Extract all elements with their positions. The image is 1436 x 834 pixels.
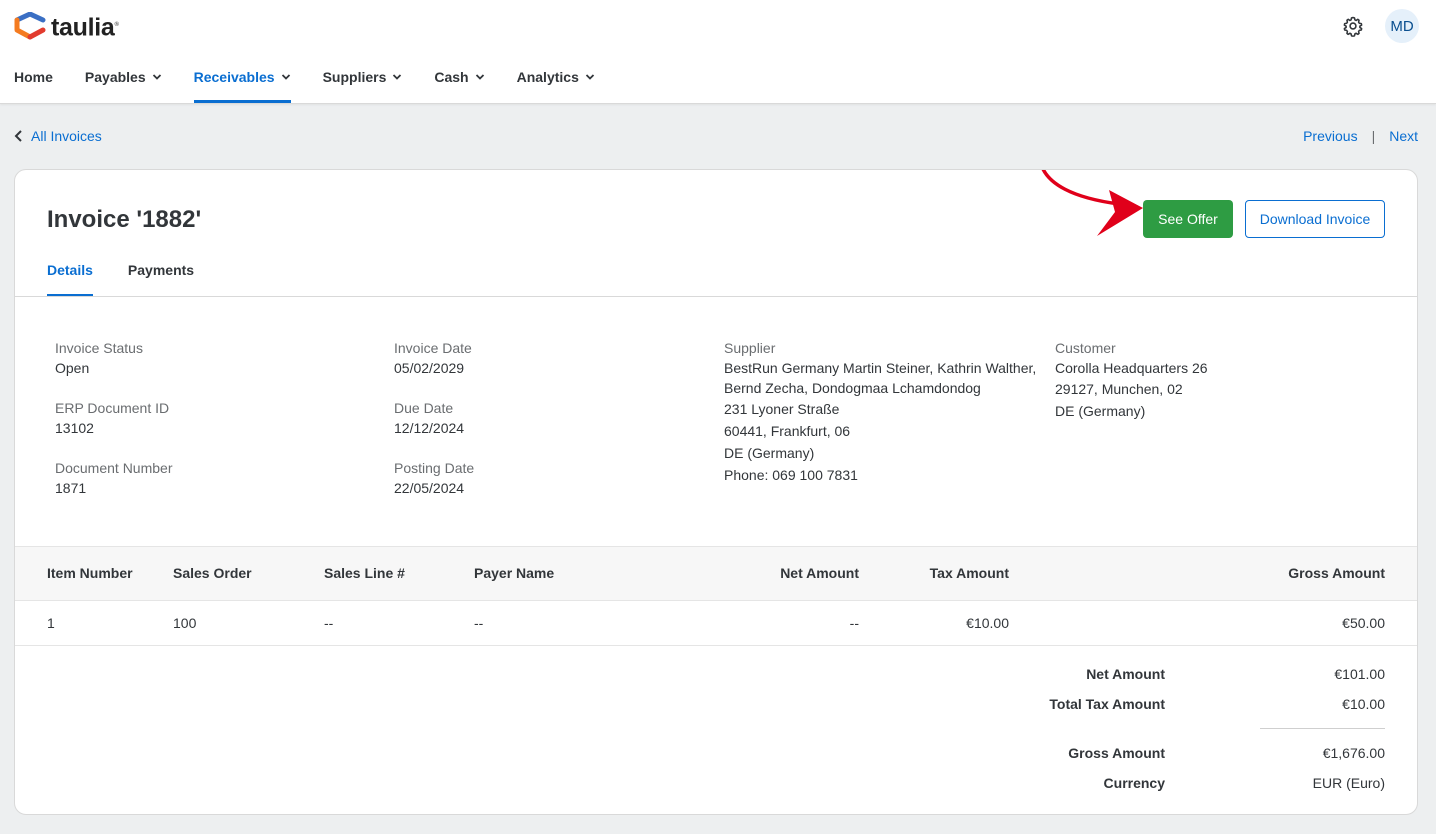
chevron-down-icon [281, 74, 290, 80]
totals-divider [1260, 728, 1385, 729]
back-to-all-invoices-link[interactable]: All Invoices [14, 128, 102, 144]
cell-sales-order: 100 [173, 615, 197, 631]
tabs-divider [15, 296, 1417, 297]
breadcrumb-label: All Invoices [31, 128, 102, 144]
column-header-tax-amount: Tax Amount [929, 565, 1009, 581]
customer-line: 29127, Munchen, 02 [1055, 381, 1183, 397]
column-header-payer-name: Payer Name [474, 565, 555, 581]
chevron-down-icon [393, 74, 402, 80]
line-items-table-header: Item Number Sales Order Sales Line # Pay… [15, 546, 1417, 601]
customer-line: DE (Germany) [1055, 403, 1146, 419]
nav-item-analytics[interactable]: Analytics [517, 60, 595, 104]
column-header-sales-order: Sales Order [173, 565, 252, 581]
invoice-status-value: Open [55, 360, 90, 376]
total-gross-amount-value: €1,676.00 [1322, 745, 1385, 761]
due-date-value: 12/12/2024 [394, 420, 465, 436]
currency-value: EUR (Euro) [1312, 775, 1385, 791]
supplier-line: 231 Lyoner Straße [724, 401, 840, 417]
column-header-sales-line: Sales Line # [324, 565, 405, 581]
erp-document-id-field: ERP Document ID 13102 [55, 398, 173, 438]
total-tax-amount-value: €10.00 [1342, 696, 1385, 712]
next-link[interactable]: Next [1389, 128, 1418, 144]
customer-field: Customer Corolla Headquarters 26 29127, … [1055, 338, 1208, 422]
pager: Previous | Next [1303, 128, 1418, 144]
main-nav: Home Payables Receivables Suppliers Cash… [14, 60, 627, 104]
chevron-down-icon [152, 74, 161, 80]
cell-item-number: 1 [47, 615, 55, 631]
posting-date-field: Posting Date 22/05/2024 [394, 460, 475, 496]
total-net-amount-value: €101.00 [1334, 666, 1385, 682]
invoice-card: Invoice '1882' See Offer Download Invoic… [14, 169, 1418, 815]
nav-item-receivables[interactable]: Receivables [193, 60, 291, 104]
document-number-value: 1871 [55, 480, 87, 496]
details-column-1: Invoice Status Open ERP Document ID 1310… [55, 338, 173, 518]
due-date-field: Due Date 12/12/2024 [394, 398, 474, 438]
chevron-down-icon [585, 74, 594, 80]
nav-item-cash[interactable]: Cash [434, 60, 484, 104]
details-column-2: Invoice Date 05/02/2029 Due Date 12/12/2… [394, 338, 474, 518]
total-net-amount-label: Net Amount [1086, 666, 1165, 682]
column-header-gross-amount: Gross Amount [1288, 565, 1385, 581]
supplier-line: Phone: 069 100 7831 [724, 467, 858, 483]
supplier-line: BestRun Germany Martin Steiner, Kathrin … [724, 360, 1037, 376]
annotation-arrow-icon [1041, 170, 1143, 236]
chevron-down-icon [475, 74, 484, 80]
gear-icon[interactable] [1342, 15, 1364, 37]
supplier-field: Supplier BestRun Germany Martin Steiner,… [724, 338, 1036, 486]
supplier-line: 60441, Frankfurt, 06 [724, 423, 851, 439]
taulia-logo[interactable]: taulia® [14, 11, 119, 41]
tab-payments[interactable]: Payments [128, 262, 194, 296]
total-gross-amount-label: Gross Amount [1068, 745, 1165, 761]
total-tax-amount-label: Total Tax Amount [1049, 696, 1165, 712]
nav-item-suppliers[interactable]: Suppliers [323, 60, 403, 104]
tab-details[interactable]: Details [47, 262, 93, 297]
nav-item-payables[interactable]: Payables [85, 60, 162, 104]
nav-item-home[interactable]: Home [14, 60, 53, 104]
posting-date-value: 22/05/2024 [394, 480, 465, 496]
invoice-date-value: 05/02/2029 [394, 360, 465, 376]
cell-gross-amount: €50.00 [1342, 615, 1385, 631]
logo-mark-icon [14, 12, 46, 40]
tab-bar: Details Payments [47, 262, 229, 297]
cell-tax-amount: €10.00 [966, 615, 1009, 631]
cell-sales-line: -- [324, 615, 334, 631]
table-row: 1 100 -- -- -- €10.00 €50.00 [15, 601, 1417, 646]
erp-document-id-value: 13102 [55, 420, 94, 436]
brand-name: taulia® [51, 13, 119, 42]
document-number-field: Document Number 1871 [55, 460, 173, 496]
see-offer-button[interactable]: See Offer [1143, 200, 1233, 238]
supplier-line: DE (Germany) [724, 445, 815, 461]
chevron-left-icon [14, 130, 22, 142]
cell-payer-name: -- [474, 615, 484, 631]
top-bar: taulia® MD Home Payables Receivables Sup… [0, 0, 1436, 104]
customer-line: Corolla Headquarters 26 [1055, 360, 1208, 376]
invoice-status-field: Invoice Status Open [55, 338, 173, 378]
column-header-item-number: Item Number [47, 565, 133, 581]
pager-separator: | [1371, 128, 1376, 144]
supplier-line: Bernd Zecha, Dondogmaa Lchamdondog [724, 380, 981, 396]
invoice-date-field: Invoice Date 05/02/2029 [394, 338, 474, 378]
download-invoice-button[interactable]: Download Invoice [1245, 200, 1385, 238]
page-title: Invoice '1882' [47, 206, 202, 233]
user-avatar[interactable]: MD [1385, 9, 1419, 43]
previous-link[interactable]: Previous [1303, 128, 1357, 144]
currency-label: Currency [1103, 775, 1165, 791]
